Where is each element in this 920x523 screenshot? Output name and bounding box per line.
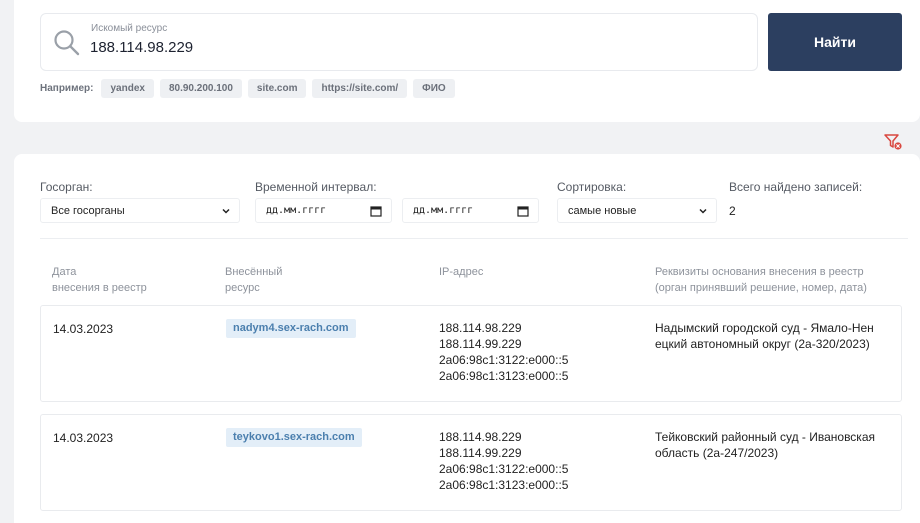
total-count-label: Всего найдено записей: <box>729 180 863 194</box>
divider <box>40 238 908 239</box>
ip-address: 188.114.99.229 <box>439 337 522 351</box>
examples-label: Например: <box>40 83 94 94</box>
agency-select[interactable]: Все госорганы <box>40 198 240 223</box>
header-resource: Внесённый ресурс <box>225 266 283 294</box>
find-button[interactable]: Найти <box>768 13 902 71</box>
row-date: 14.03.2023 <box>53 322 114 336</box>
row-basis: Надымский городской суд - Ямало-Нен ецки… <box>655 321 874 351</box>
ip-address: 188.114.99.229 <box>439 446 522 460</box>
example-chip[interactable]: ФИО <box>413 79 455 98</box>
header-ip: IP-адрес <box>439 266 484 278</box>
ip-address: 188.114.98.229 <box>439 430 522 444</box>
date-to-input[interactable]: дд.мм.гггг <box>402 198 539 223</box>
filter-clear-icon <box>884 134 902 150</box>
example-chip[interactable]: yandex <box>101 79 154 98</box>
header-date: Дата внесения в реестр <box>52 266 147 294</box>
table-row: 14.03.2023 nadym4.sex-rach.com 188.114.9… <box>40 305 902 402</box>
resource-chip[interactable]: teykovo1.sex-rach.com <box>226 428 362 447</box>
ip-address: 2a06:98c1:3122:e000::5 <box>439 353 569 367</box>
chevron-down-icon <box>699 208 707 214</box>
interval-filter-label: Временной интервал: <box>255 180 377 194</box>
ip-address: 2a06:98c1:3123:e000::5 <box>439 478 569 492</box>
header-basis: Реквизиты основания внесения в реестр (о… <box>655 266 867 294</box>
date-from-input[interactable]: дд.мм.гггг <box>255 198 392 223</box>
example-chip[interactable]: https://site.com/ <box>312 79 408 98</box>
search-panel: Искомый ресурс Найти Например: yandex 80… <box>14 0 920 122</box>
row-date: 14.03.2023 <box>53 431 114 445</box>
search-box[interactable]: Искомый ресурс <box>40 13 758 71</box>
total-count-value: 2 <box>729 204 736 218</box>
ip-address: 2a06:98c1:3122:e000::5 <box>439 462 569 476</box>
table-row: 14.03.2023 teykovo1.sex-rach.com 188.114… <box>40 414 902 511</box>
example-chip[interactable]: 80.90.200.100 <box>159 79 242 98</box>
chevron-down-icon <box>222 208 230 214</box>
search-label: Искомый ресурс <box>91 23 168 34</box>
row-basis: Тейковский районный суд - Ивановская обл… <box>655 430 875 460</box>
filter-reset-button[interactable] <box>880 131 906 153</box>
sort-select[interactable]: самые новые <box>557 198 717 223</box>
agency-select-value: Все госорганы <box>51 204 125 217</box>
examples-list: Например: yandex 80.90.200.100 site.com … <box>40 79 455 98</box>
ip-address: 188.114.98.229 <box>439 321 522 335</box>
ip-list: 188.114.98.229 188.114.99.229 2a06:98c1:… <box>439 320 568 384</box>
agency-filter-label: Госорган: <box>40 180 93 194</box>
example-chip[interactable]: site.com <box>247 79 307 98</box>
calendar-icon <box>517 206 529 217</box>
search-icon <box>54 30 80 56</box>
calendar-icon <box>370 206 382 217</box>
sort-filter-label: Сортировка: <box>557 180 627 194</box>
search-input[interactable] <box>90 36 730 58</box>
date-from-placeholder: дд.мм.гггг <box>266 205 327 216</box>
results-panel: Госорган: Все госорганы Временной интерв… <box>14 154 920 523</box>
ip-list: 188.114.98.229 188.114.99.229 2a06:98c1:… <box>439 429 568 493</box>
sort-select-value: самые новые <box>568 204 637 217</box>
ip-address: 2a06:98c1:3123:e000::5 <box>439 369 569 383</box>
date-to-placeholder: дд.мм.гггг <box>413 205 474 216</box>
resource-chip[interactable]: nadym4.sex-rach.com <box>226 319 356 338</box>
